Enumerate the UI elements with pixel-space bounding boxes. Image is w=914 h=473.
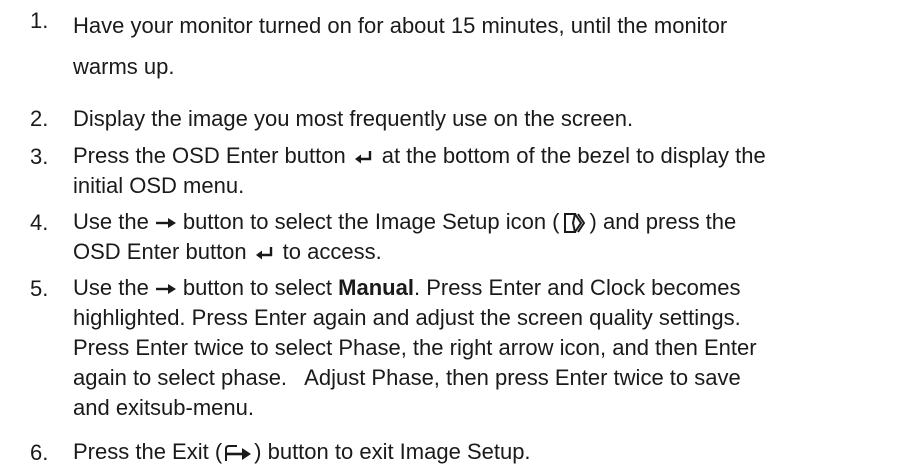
step-line: again to select phase. Adjust Phase, the… [73,365,741,390]
step-line: Have your monitor turned on for about 15… [73,13,728,38]
step-text: Display the image you most frequently us… [73,106,634,131]
step-line: highlighted. Press Enter again and adjus… [73,305,741,330]
step-line: and exitsub-menu. [73,395,254,420]
step-text: Press the OSD Enter button at the bottom … [73,141,903,201]
step-text-part: . Press Enter and Clock becomes [413,275,741,300]
step-text-part: button to select the Image Setup icon ( [182,209,560,234]
step-text-part: ) button to exit Image Setup. [254,439,531,464]
step-text-part: initial OSD menu. [73,173,245,198]
step-text-part: Press the Exit ( [73,439,223,464]
step-text-part: Use the [73,209,149,234]
step-text: Use the button to select Manual. Press En… [73,273,903,423]
right-arrow-icon [155,216,177,230]
step-number: 1. [30,8,49,33]
step-line: Press Enter twice to select Phase, the r… [73,335,757,360]
step-text-part: at the bottom of the bezel to display th… [381,143,766,168]
step-number: 2. [30,106,49,131]
image-setup-icon [562,212,588,234]
step-text: Use the button to select the Image Setup … [73,207,903,267]
step-text-part: Use the [73,275,149,300]
step-number: 5. [30,276,49,301]
exit-icon [223,443,253,463]
step-text-part: to access. [282,239,382,264]
step-number: 6. [30,440,49,465]
step-text: Have your monitor turned on for about 15… [73,5,903,87]
step-text-part: button to select [182,275,333,300]
step-text-part: Press the OSD Enter button [73,143,346,168]
step-text-part: OSD Enter button [73,239,247,264]
right-arrow-icon [155,282,177,296]
enter-icon [253,245,277,261]
step-text: Press the Exit ( ) button to exit Image S… [73,437,903,467]
step-line: warms up. [73,54,175,79]
step-text-part: ) and press the [589,209,737,234]
step-number: 4. [30,210,49,235]
manual-label: Manual [338,275,414,300]
enter-icon [352,149,376,165]
step-number: 3. [30,144,49,169]
instruction-page: { "steps": [ { "number": "1.", "line1": … [0,0,914,473]
